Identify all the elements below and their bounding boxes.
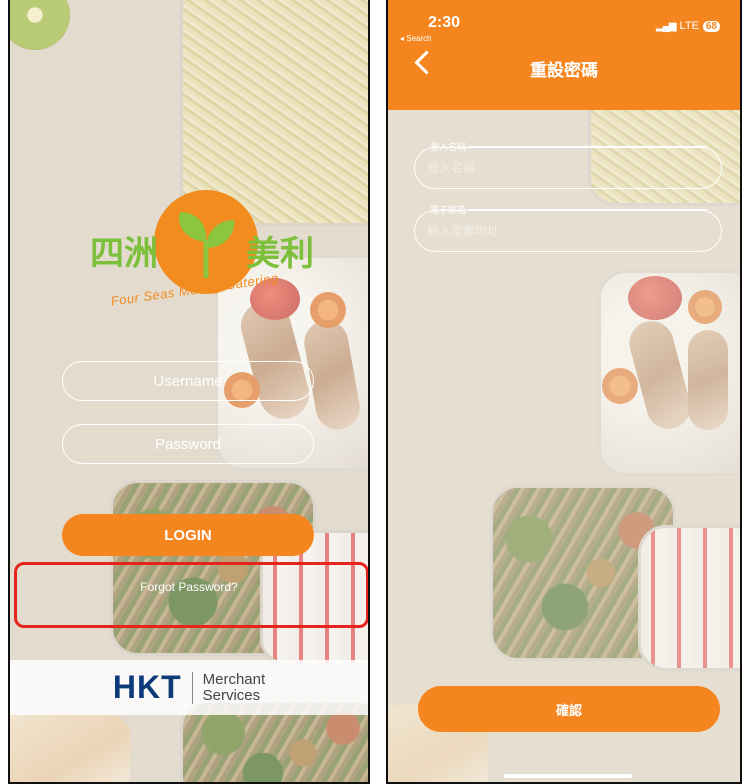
highlight-box bbox=[14, 562, 368, 628]
logo-cn-right: 美利 bbox=[246, 234, 314, 274]
page-title: 重設密碼 bbox=[530, 61, 598, 80]
network-label: LTE bbox=[679, 20, 699, 32]
login-screen: 四洲 美利 Four Seas Murray Catering LOGIN Fo… bbox=[8, 0, 370, 784]
status-bar-icons: ▂▄▆ LTE 68 bbox=[656, 20, 720, 32]
confirm-button[interactable]: 確認 bbox=[418, 686, 720, 732]
home-indicator bbox=[504, 774, 632, 778]
login-button[interactable]: LOGIN bbox=[62, 514, 314, 556]
username-input[interactable] bbox=[62, 361, 314, 401]
reset-password-screen: 2:30 ◂ Search ▂▄▆ LTE 68 重設密碼 登入名稱 電子郵箱 … bbox=[386, 0, 742, 784]
hkt-logo: HKT bbox=[112, 669, 182, 705]
hkt-divider bbox=[191, 671, 193, 704]
password-input[interactable] bbox=[62, 424, 314, 464]
hkt-footer: HKT Merchant Services bbox=[10, 660, 368, 715]
food-background bbox=[388, 0, 740, 782]
back-to-search-link[interactable]: ◂ Search bbox=[400, 34, 432, 43]
status-time: 2:30 bbox=[428, 14, 461, 31]
four-seas-logo: 四洲 美利 Four Seas Murray Catering bbox=[70, 190, 320, 330]
app-header: 2:30 ◂ Search ▂▄▆ LTE 68 重設密碼 bbox=[388, 0, 740, 110]
username-field[interactable] bbox=[414, 147, 722, 189]
hkt-merchant-text: Merchant Services bbox=[202, 670, 266, 704]
battery-icon: 68 bbox=[702, 20, 720, 32]
logo-cn-left: 四洲 bbox=[90, 234, 158, 274]
email-field[interactable] bbox=[414, 210, 722, 252]
signal-icon: ▂▄▆ bbox=[656, 20, 676, 32]
